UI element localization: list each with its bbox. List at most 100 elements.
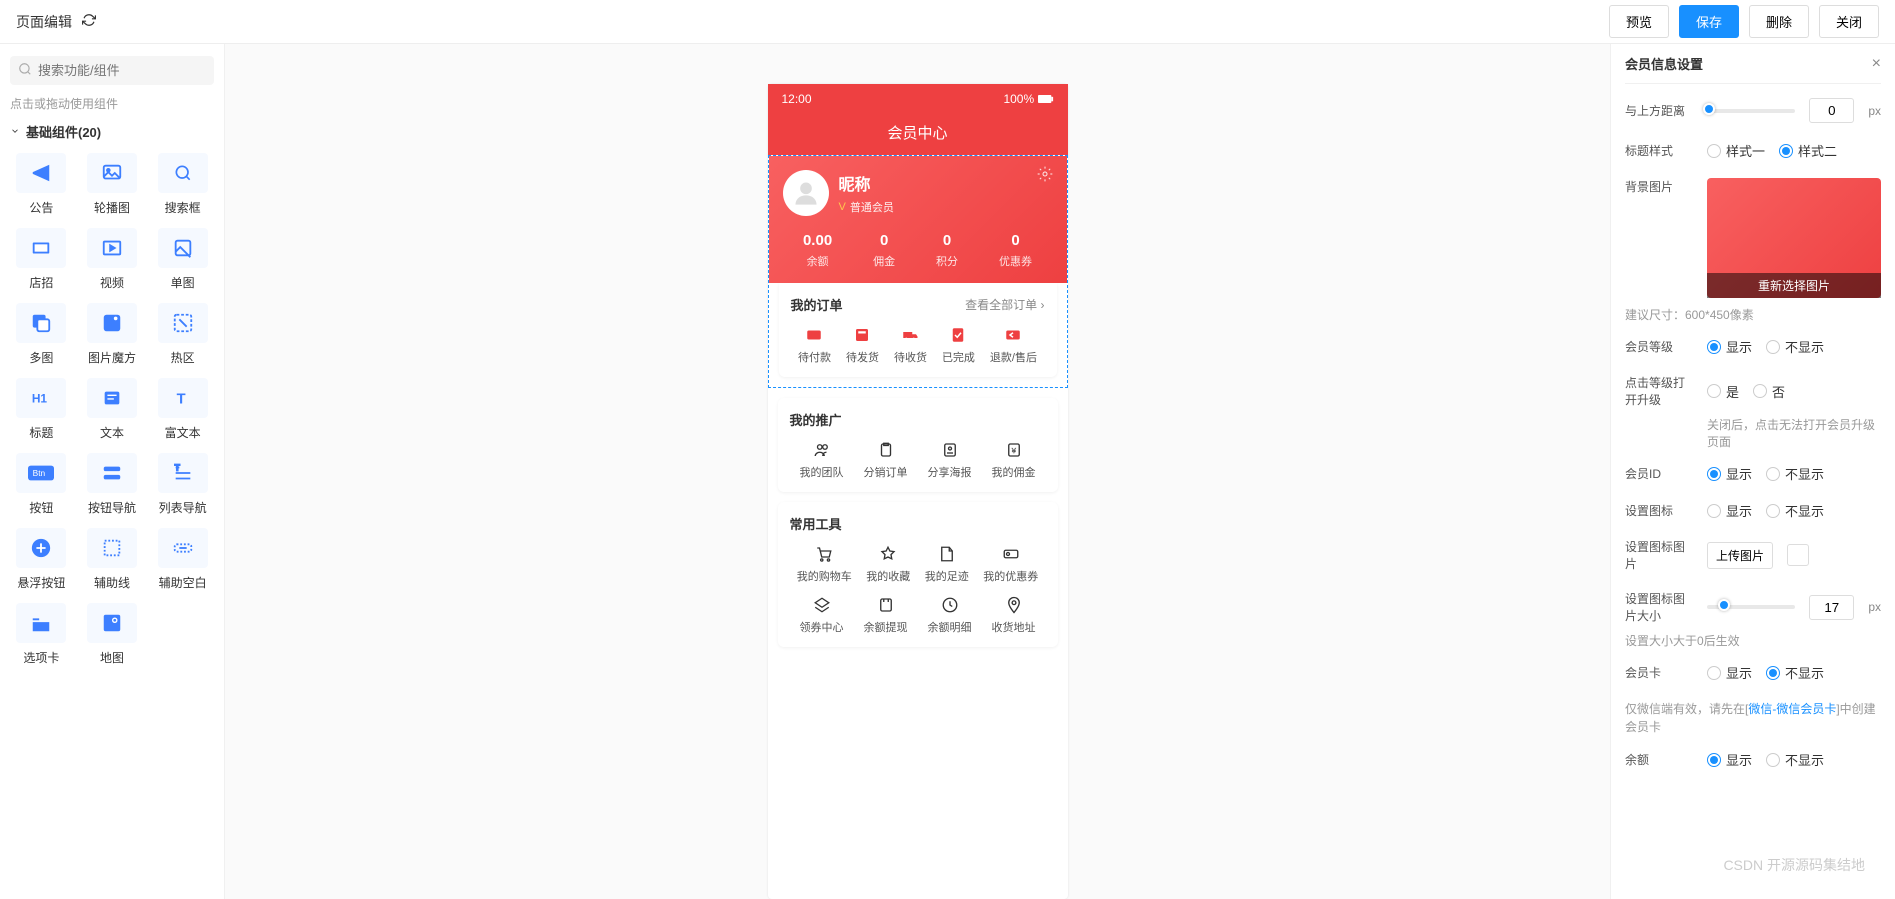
radio-id-show[interactable]: 显示 — [1707, 464, 1752, 483]
tool-item[interactable]: 我的优惠券 — [983, 545, 1038, 584]
radio-card-hide[interactable]: 不显示 — [1766, 663, 1824, 682]
component-item[interactable]: 视频 — [81, 228, 144, 291]
radio-seticon-hide[interactable]: 不显示 — [1766, 501, 1824, 520]
component-icon — [87, 153, 137, 193]
delete-button[interactable]: 删除 — [1749, 5, 1809, 38]
status-time: 12:00 — [782, 92, 812, 106]
component-panel: 点击或拖动使用组件 基础组件(20) 公告轮播图搜索框店招视频单图多图图片魔方热… — [0, 44, 225, 899]
component-item[interactable]: 店招 — [10, 228, 73, 291]
promo-item[interactable]: 分销订单 — [864, 441, 908, 480]
properties-panel: 会员信息设置 × 与上方距离 px 标题样式 样式一 样式二 背景图片 重新选择… — [1610, 44, 1895, 899]
distance-slider[interactable] — [1707, 109, 1795, 113]
search-input[interactable] — [38, 63, 206, 78]
radio-balance-hide[interactable]: 不显示 — [1766, 750, 1824, 769]
promo-item[interactable]: 我的团队 — [800, 441, 844, 480]
selected-component[interactable]: 昵称 V普通会员 0.00余额 0佣金 0积分 0优惠券 我的订单 查看全部订单 › … — [768, 155, 1068, 388]
component-item[interactable]: 图片魔方 — [81, 303, 144, 366]
tool-item[interactable]: 收货地址 — [992, 596, 1036, 635]
component-item[interactable]: 地图 — [81, 603, 144, 666]
orders-more[interactable]: 查看全部订单 › — [965, 296, 1044, 313]
component-item[interactable]: 文本 — [81, 378, 144, 441]
order-item[interactable]: 待付款 — [798, 326, 831, 365]
stat-item[interactable]: 0佣金 — [873, 232, 895, 269]
orders-title: 我的订单 — [791, 295, 843, 314]
component-item[interactable]: 单图 — [151, 228, 214, 291]
iconsize-input[interactable] — [1809, 595, 1854, 620]
component-item[interactable]: 按钮导航 — [81, 453, 144, 516]
component-label: 搜索框 — [165, 199, 201, 216]
radio-upgrade-no[interactable]: 否 — [1753, 382, 1785, 401]
component-icon — [87, 228, 137, 268]
iconsize-slider[interactable] — [1707, 605, 1795, 609]
refresh-icon[interactable] — [82, 13, 96, 30]
component-item[interactable]: T富文本 — [151, 378, 214, 441]
component-item[interactable]: 辅助线 — [81, 528, 144, 591]
radio-style2[interactable]: 样式二 — [1779, 141, 1837, 160]
upload-button[interactable]: 上传图片 — [1707, 542, 1773, 569]
promo-row: 我的团队分销订单分享海报 ¥我的佣金 — [790, 441, 1046, 480]
component-item[interactable]: 轮播图 — [81, 153, 144, 216]
card-hint-link[interactable]: 微信-微信会员卡 — [1748, 702, 1836, 716]
component-item[interactable]: 悬浮按钮 — [10, 528, 73, 591]
component-item[interactable]: 搜索框 — [151, 153, 214, 216]
component-icon — [16, 153, 66, 193]
order-item[interactable]: 待收货 — [894, 326, 927, 365]
group-header[interactable]: 基础组件(20) — [10, 122, 214, 141]
promo-item[interactable]: ¥我的佣金 — [992, 441, 1036, 480]
bg-preview[interactable]: 重新选择图片 — [1707, 178, 1881, 298]
top-actions: 预览 保存 删除 关闭 — [1609, 5, 1879, 38]
panel-title: 会员信息设置 — [1625, 54, 1703, 73]
chevron-down-icon — [10, 124, 20, 139]
component-icon: T — [158, 378, 208, 418]
promo-item[interactable]: 分享海报 — [928, 441, 972, 480]
component-item[interactable]: 选项卡 — [10, 603, 73, 666]
close-button[interactable]: 关闭 — [1819, 5, 1879, 38]
tool-item[interactable]: 余额明细 — [928, 596, 972, 635]
component-item[interactable]: T列表导航 — [151, 453, 214, 516]
radio-level-show[interactable]: 显示 — [1707, 337, 1752, 356]
tool-item[interactable]: 我的购物车 — [797, 545, 852, 584]
close-icon[interactable]: × — [1872, 55, 1881, 73]
member-level: V普通会员 — [839, 199, 894, 215]
component-label: 辅助空白 — [159, 574, 207, 591]
tool-item[interactable]: 我的足迹 — [925, 545, 969, 584]
radio-balance-show[interactable]: 显示 — [1707, 750, 1752, 769]
field-icon-size: 设置图标图片大小 px — [1625, 590, 1881, 624]
search-box[interactable] — [10, 56, 214, 85]
order-item[interactable]: 已完成 — [942, 326, 975, 365]
component-item[interactable]: 辅助空白 — [151, 528, 214, 591]
avatar[interactable] — [783, 170, 829, 216]
distance-input[interactable] — [1809, 98, 1854, 123]
preview-button[interactable]: 预览 — [1609, 5, 1669, 38]
promo-card: 我的推广 我的团队分销订单分享海报 ¥我的佣金 — [778, 398, 1058, 492]
stat-item[interactable]: 0.00余额 — [803, 232, 832, 269]
field-card: 会员卡 显示 不显示 — [1625, 663, 1881, 682]
component-item[interactable]: 热区 — [151, 303, 214, 366]
stat-item[interactable]: 0积分 — [936, 232, 958, 269]
component-icon: T — [158, 453, 208, 493]
avatar-row: 昵称 V普通会员 — [783, 170, 1053, 216]
gear-icon[interactable] — [1037, 166, 1053, 185]
component-item[interactable]: Btn按钮 — [10, 453, 73, 516]
radio-id-hide[interactable]: 不显示 — [1766, 464, 1824, 483]
save-button[interactable]: 保存 — [1679, 5, 1739, 38]
orders-card: 我的订单 查看全部订单 › 待付款待发货待收货已完成退款/售后 — [779, 283, 1057, 377]
component-item[interactable]: 公告 — [10, 153, 73, 216]
tool-item[interactable]: 我的收藏 — [866, 545, 910, 584]
radio-card-show[interactable]: 显示 — [1707, 663, 1752, 682]
stat-item[interactable]: 0优惠券 — [999, 232, 1032, 269]
component-item[interactable]: H1标题 — [10, 378, 73, 441]
promo-title: 我的推广 — [790, 410, 842, 429]
radio-style1[interactable]: 样式一 — [1707, 141, 1765, 160]
card-hint: 仅微信端有效，请先在[微信-微信会员卡]中创建会员卡 — [1625, 700, 1881, 736]
radio-level-hide[interactable]: 不显示 — [1766, 337, 1824, 356]
field-distance: 与上方距离 px — [1625, 98, 1881, 123]
order-item[interactable]: 退款/售后 — [990, 326, 1037, 365]
radio-seticon-show[interactable]: 显示 — [1707, 501, 1752, 520]
bg-reselect[interactable]: 重新选择图片 — [1707, 273, 1881, 298]
component-item[interactable]: 多图 — [10, 303, 73, 366]
radio-upgrade-yes[interactable]: 是 — [1707, 382, 1739, 401]
tool-item[interactable]: 领券中心 — [800, 596, 844, 635]
tool-item[interactable]: 余额提现 — [864, 596, 908, 635]
order-item[interactable]: 待发货 — [846, 326, 879, 365]
